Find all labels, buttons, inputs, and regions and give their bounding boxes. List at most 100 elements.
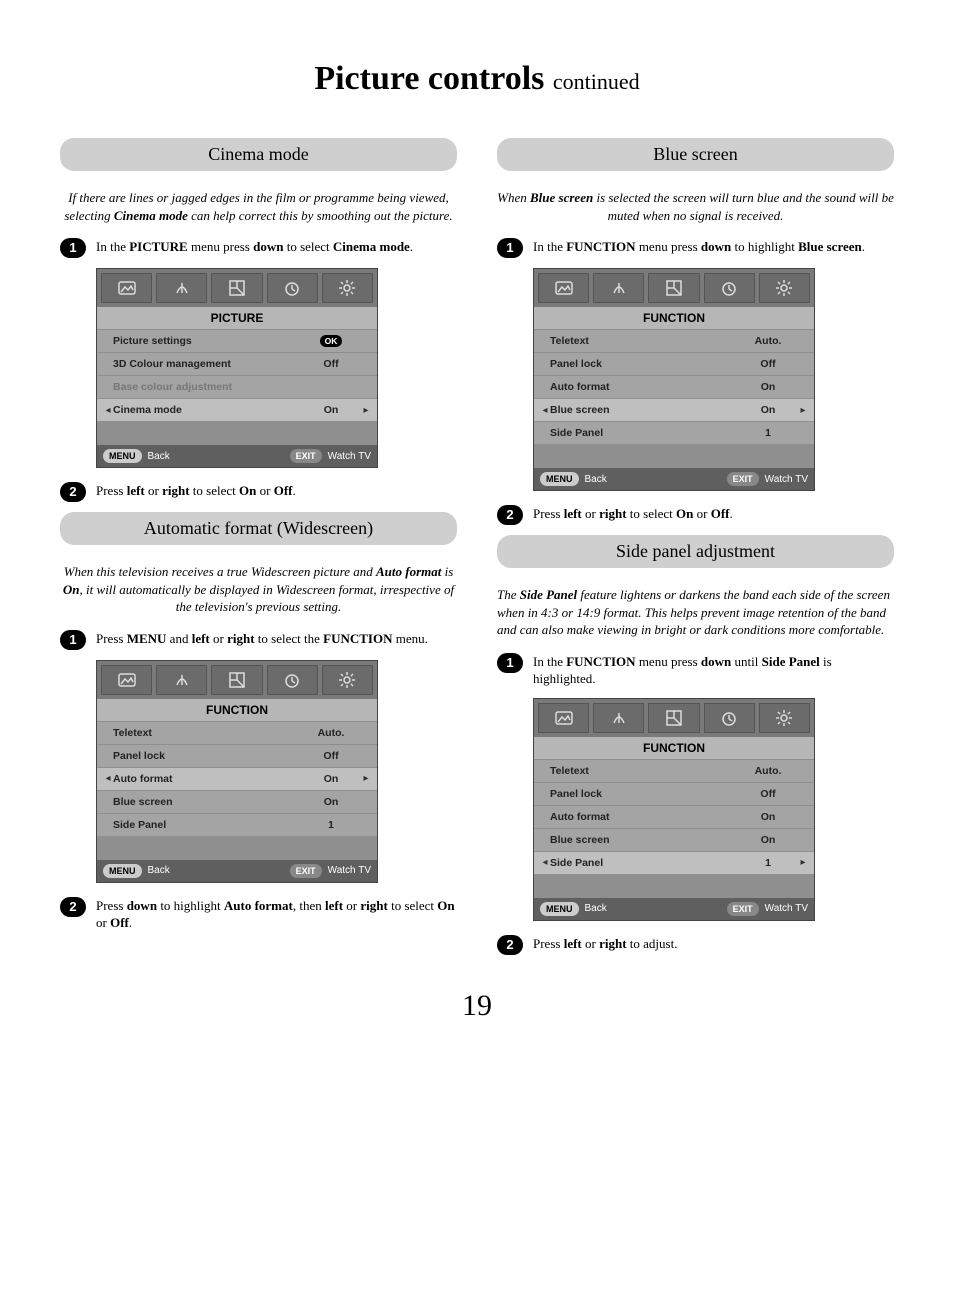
osd-row-label: Auto format	[550, 381, 738, 393]
osd-row: Auto formatOn	[534, 376, 814, 398]
autofmt-intro: When this television receives a true Wid…	[60, 563, 457, 616]
osd-row: Side Panel1	[97, 814, 377, 836]
left-arrow-icon: ◂	[103, 405, 113, 416]
menu-pill: MENU	[540, 472, 579, 486]
tab-setup-icon	[759, 273, 810, 303]
back-label: Back	[148, 865, 170, 876]
blue-step2: 2 Press left or right to select On or Of…	[497, 505, 894, 525]
watch-tv-label: Watch TV	[328, 451, 371, 462]
osd-row: Picture settingsOK	[97, 330, 377, 352]
osd-row-label: Side Panel	[113, 819, 301, 831]
osd-row-value: 1	[738, 427, 798, 439]
osd-row-value: On	[301, 773, 361, 785]
tab-timer-icon	[267, 665, 318, 695]
osd-row-label: Auto format	[550, 811, 738, 823]
osd-title: FUNCTION	[534, 737, 814, 759]
osd-row: ◂Side Panel1▸	[534, 852, 814, 874]
tab-setup-icon	[322, 273, 373, 303]
osd-row: ◂Auto formatOn▸	[97, 768, 377, 790]
osd-row: TeletextAuto.	[534, 330, 814, 352]
osd-function-autofmt: FUNCTIONTeletextAuto.Panel lockOff◂Auto …	[96, 660, 378, 883]
osd-row: ◂Cinema modeOn▸	[97, 399, 377, 421]
osd-row: Panel lockOff	[534, 783, 814, 805]
osd-row-label: Panel lock	[113, 750, 301, 762]
osd-row-label: Base colour adjustment	[113, 381, 301, 393]
osd-row-value: Auto.	[738, 335, 798, 347]
watch-tv-label: Watch TV	[328, 865, 371, 876]
back-label: Back	[148, 451, 170, 462]
step-badge: 2	[60, 897, 86, 917]
osd-title: FUNCTION	[534, 307, 814, 329]
left-arrow-icon: ◂	[540, 857, 550, 868]
watch-tv-label: Watch TV	[765, 903, 808, 914]
step-badge: 2	[497, 505, 523, 525]
osd-row-label: Blue screen	[550, 834, 738, 846]
exit-pill: EXIT	[290, 864, 322, 878]
tab-picture-icon	[538, 273, 589, 303]
osd-footer: MENUBackEXITWatch TV	[97, 445, 377, 467]
osd-row-value: On	[738, 834, 798, 846]
step-badge: 1	[60, 630, 86, 650]
osd-row-value: Off	[738, 358, 798, 370]
step-badge: 2	[60, 482, 86, 502]
exit-pill: EXIT	[727, 902, 759, 916]
osd-row-value: On	[301, 404, 361, 416]
step-badge: 1	[497, 238, 523, 258]
osd-row: 3D Colour managementOff	[97, 353, 377, 375]
osd-row-label: Teletext	[550, 765, 738, 777]
exit-pill: EXIT	[290, 449, 322, 463]
osd-row-label: Teletext	[113, 727, 301, 739]
blue-intro: When Blue screen is selected the screen …	[497, 189, 894, 224]
right-arrow-icon: ▸	[361, 405, 371, 416]
tab-setup-icon	[322, 665, 373, 695]
back-label: Back	[585, 474, 607, 485]
autofmt-step2: 2 Press down to highlight Auto format, t…	[60, 897, 457, 932]
tab-sound-icon	[593, 703, 644, 733]
osd-row: Panel lockOff	[97, 745, 377, 767]
section-header-sidepanel: Side panel adjustment	[497, 535, 894, 568]
osd-title: PICTURE	[97, 307, 377, 329]
osd-row-label: Cinema mode	[113, 404, 301, 416]
tab-sound-icon	[156, 665, 207, 695]
osd-row: TeletextAuto.	[97, 722, 377, 744]
autofmt-step1: 1 Press MENU and left or right to select…	[60, 630, 457, 650]
blue-step1: 1 In the FUNCTION menu press down to hig…	[497, 238, 894, 258]
tab-function-icon	[211, 665, 262, 695]
right-arrow-icon: ▸	[798, 857, 808, 868]
osd-row-value: Auto.	[301, 727, 361, 739]
tab-timer-icon	[704, 703, 755, 733]
osd-function-side: FUNCTIONTeletextAuto.Panel lockOffAuto f…	[533, 698, 815, 921]
left-arrow-icon: ◂	[103, 773, 113, 784]
osd-row: Auto formatOn	[534, 806, 814, 828]
osd-row-value: 1	[738, 857, 798, 869]
osd-row-value: On	[301, 796, 361, 808]
osd-row: Panel lockOff	[534, 353, 814, 375]
right-arrow-icon: ▸	[361, 773, 371, 784]
osd-footer: MENUBackEXITWatch TV	[534, 468, 814, 490]
tab-function-icon	[648, 273, 699, 303]
tab-sound-icon	[156, 273, 207, 303]
page-number: 19	[60, 989, 894, 1023]
menu-pill: MENU	[540, 902, 579, 916]
cinema-step1: 1 In the PICTURE menu press down to sele…	[60, 238, 457, 258]
osd-row: Blue screenOn	[97, 791, 377, 813]
osd-row-label: Picture settings	[113, 335, 301, 347]
osd-row-label: Side Panel	[550, 427, 738, 439]
sidepanel-step1: 1 In the FUNCTION menu press down until …	[497, 653, 894, 688]
osd-row-value: OK	[301, 335, 361, 347]
step-badge: 1	[60, 238, 86, 258]
osd-picture: PICTUREPicture settingsOK3D Colour manag…	[96, 268, 378, 468]
exit-pill: EXIT	[727, 472, 759, 486]
osd-row-label: Panel lock	[550, 358, 738, 370]
osd-row-label: 3D Colour management	[113, 358, 301, 370]
tab-setup-icon	[759, 703, 810, 733]
osd-row: ◂Blue screenOn▸	[534, 399, 814, 421]
tab-timer-icon	[704, 273, 755, 303]
section-header-cinema: Cinema mode	[60, 138, 457, 171]
osd-row-label: Panel lock	[550, 788, 738, 800]
osd-row-label: Auto format	[113, 773, 301, 785]
cinema-step2: 2 Press left or right to select On or Of…	[60, 482, 457, 502]
osd-row-label: Side Panel	[550, 857, 738, 869]
tab-function-icon	[648, 703, 699, 733]
menu-pill: MENU	[103, 864, 142, 878]
